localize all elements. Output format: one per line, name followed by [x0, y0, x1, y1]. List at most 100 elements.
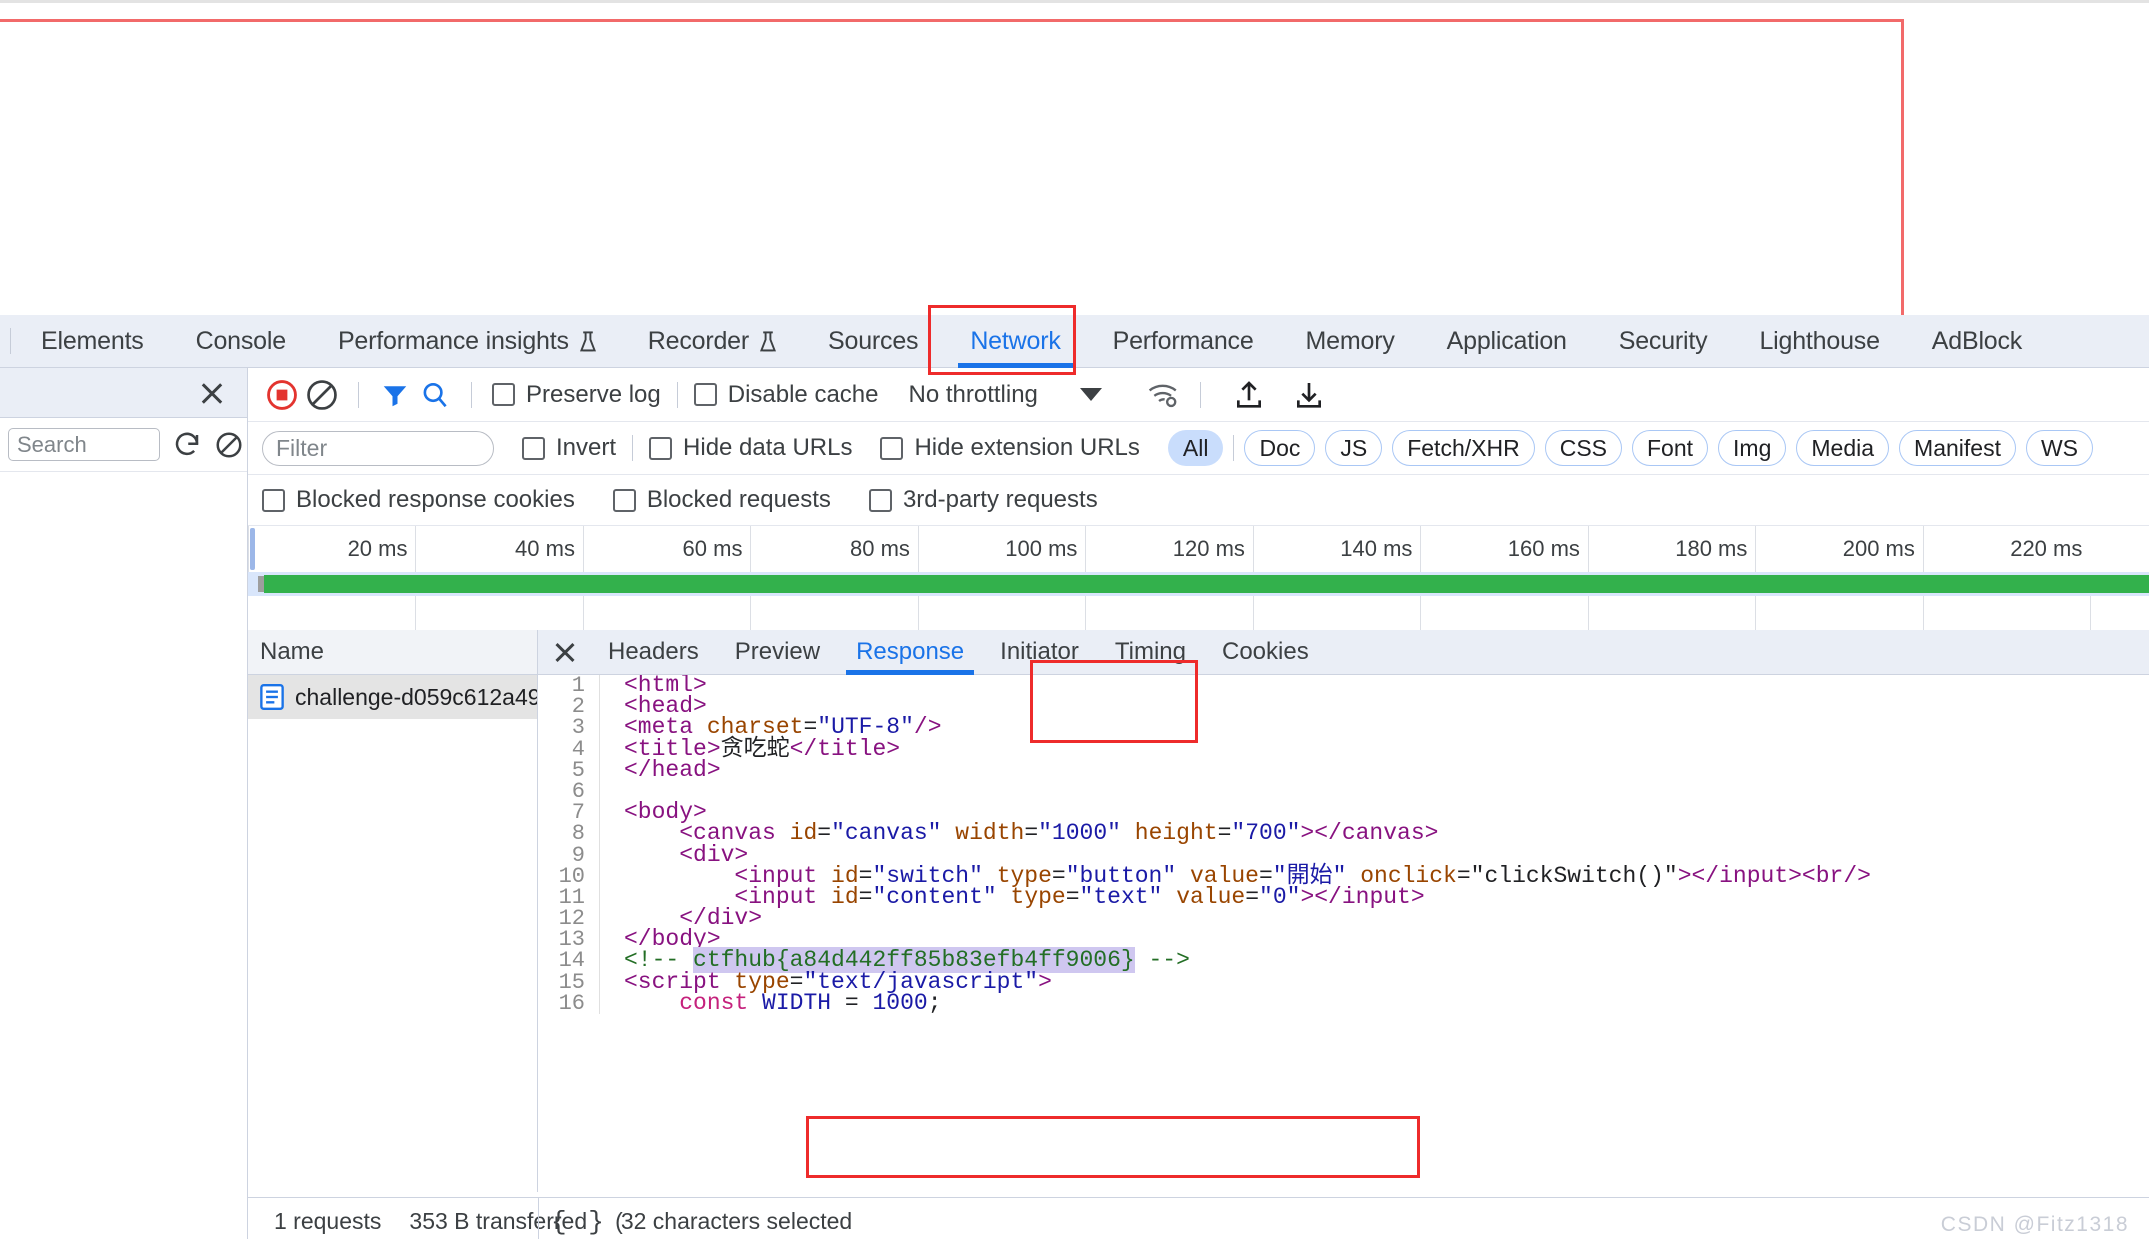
timeline-gridline [1587, 596, 1589, 630]
code-line-text[interactable]: const WIDTH = 1000; [600, 989, 941, 1016]
refresh-icon[interactable] [172, 427, 202, 463]
toolbar-divider-3 [676, 381, 678, 408]
throttling-select[interactable]: No throttling [908, 381, 1037, 409]
detail-tab-response[interactable]: Response [838, 630, 982, 675]
tab-label: Sources [828, 326, 919, 355]
tab-adblock[interactable]: AdBlock [1906, 315, 2048, 368]
watermark: CSDN @Fitz1318 [1940, 1213, 2129, 1236]
filter-chip-ws[interactable]: WS [2025, 430, 2094, 466]
timeline-gridline [1085, 596, 1087, 630]
invert-checkbox[interactable]: Invert [522, 434, 616, 462]
code-line: 8 <canvas id="canvas" width="1000" heigh… [538, 820, 2149, 847]
detail-tab-headers[interactable]: Headers [590, 630, 717, 675]
network-overview[interactable]: 20 ms 40 ms 60 ms 80 ms 100 ms 120 ms 140 ms 16… [248, 526, 2149, 630]
line-number: 7 [538, 802, 600, 824]
third-party-requests-label: 3rd-party requests [902, 486, 1098, 513]
filter-funnel-icon[interactable] [375, 375, 415, 415]
checkbox-box [868, 488, 892, 512]
disable-cache-checkbox[interactable]: Disable cache [693, 380, 879, 409]
hide-extension-urls-checkbox[interactable]: Hide extension URLs [880, 434, 1140, 462]
filter-chip-css[interactable]: CSS [1544, 430, 1622, 466]
code-token: "700" [1231, 820, 1301, 847]
timeline-tick: 80 ms [750, 526, 917, 572]
detail-tab-cookies[interactable]: Cookies [1204, 630, 1327, 675]
tab-recorder[interactable]: Recorder [622, 315, 802, 368]
tab-sources[interactable]: Sources [802, 315, 944, 368]
record-stop-icon[interactable] [262, 375, 302, 415]
filter-chip-font[interactable]: Font [1632, 430, 1709, 466]
column-header-name[interactable]: Name [248, 630, 537, 675]
timeline-tick: 40 ms [415, 526, 582, 572]
checkbox-box [522, 436, 545, 460]
blocked-requests-checkbox[interactable]: Blocked requests [612, 486, 831, 514]
tab-performance-insights[interactable]: Performance insights [312, 315, 622, 368]
response-code-viewer[interactable]: 1 <html> 2 <head> 3 <meta charset="UTF-8"/> 4 <… [538, 675, 2149, 1192]
blocked-response-cookies-checkbox[interactable]: Blocked response cookies [262, 486, 575, 514]
table-row[interactable]: challenge-d059c612a49c6344.... [248, 675, 537, 719]
tab-security[interactable]: Security [1593, 315, 1734, 368]
filter-chip-js[interactable]: JS [1325, 430, 1383, 466]
timeline-tick-label: 220 ms [2010, 536, 2083, 561]
invert-label: Invert [556, 434, 617, 461]
disable-cache-label: Disable cache [727, 380, 879, 408]
devtools-tabbar[interactable]: Elements Console Performance insights Recor… [0, 315, 2149, 368]
detail-tab-initiator[interactable]: Initiator [982, 630, 1097, 675]
code-line-text[interactable]: </head> [600, 758, 721, 781]
flask-icon [578, 330, 596, 352]
filter-input[interactable] [262, 430, 494, 466]
filter-chip-manifest[interactable]: Manifest [1899, 430, 2016, 466]
filter-chip-doc[interactable]: Doc [1244, 430, 1316, 466]
filter-chip-all[interactable]: All [1167, 430, 1224, 466]
third-party-requests-checkbox[interactable]: 3rd-party requests [868, 486, 1098, 514]
bottom-edge [0, 1239, 2149, 1245]
preserve-log-checkbox[interactable]: Preserve log [492, 381, 661, 409]
tab-lighthouse[interactable]: Lighthouse [1733, 315, 1905, 368]
filter-chip-img[interactable]: Img [1718, 430, 1787, 466]
filter-chip-media[interactable]: Media [1796, 430, 1890, 466]
clear-icon[interactable] [302, 375, 342, 415]
tab-memory[interactable]: Memory [1280, 315, 1421, 368]
timeline-gridline [750, 596, 752, 630]
line-number: 1 [538, 675, 600, 697]
code-token: = [858, 883, 873, 910]
timeline-tick-label: 140 ms [1340, 536, 1413, 561]
chevron-down-icon[interactable] [1079, 388, 1102, 401]
code-token: WIDTH [762, 989, 832, 1016]
code-line: 11 <input id="content" type="text" value… [538, 883, 2149, 910]
tab-performance[interactable]: Performance [1087, 315, 1280, 368]
tab-console[interactable]: Console [170, 315, 312, 368]
code-token: "content" [872, 883, 997, 910]
timeline-tick: 20 ms [248, 526, 415, 572]
search-input[interactable] [8, 428, 160, 461]
detail-tab-preview[interactable]: Preview [717, 630, 838, 675]
tab-elements[interactable]: Elements [15, 315, 170, 368]
wifi-settings-icon[interactable] [1144, 375, 1184, 415]
import-har-icon[interactable] [1229, 375, 1269, 415]
timeline-gridline [917, 596, 919, 630]
blocked-requests-label: Blocked requests [646, 486, 831, 513]
close-icon[interactable] [548, 635, 582, 669]
filter-chip-fetch-xhr[interactable]: Fetch/XHR [1392, 430, 1535, 466]
timeline-tick-label: 180 ms [1675, 536, 1748, 561]
export-har-icon[interactable] [1289, 375, 1329, 415]
close-icon[interactable] [195, 376, 229, 410]
hide-data-urls-checkbox[interactable]: Hide data URLs [649, 434, 852, 462]
timeline-gridline [582, 596, 584, 630]
code-token: ></input> [1300, 883, 1425, 910]
tab-application[interactable]: Application [1421, 315, 1593, 368]
chip-divider [1233, 435, 1235, 461]
code-token: value [1176, 883, 1246, 910]
code-token: </title> [789, 735, 901, 762]
pretty-print-icon[interactable]: { } [551, 1207, 607, 1237]
detail-tabbar[interactable]: Headers Preview Response Initiator Timing Coo… [538, 630, 2149, 675]
line-number: 4 [538, 738, 600, 760]
timeline-tick-label: 100 ms [1005, 536, 1078, 561]
code-line: 12 </div> [538, 907, 2149, 930]
search-icon[interactable] [415, 375, 455, 415]
detail-tab-timing[interactable]: Timing [1097, 630, 1204, 675]
toolbar-divider-4 [1199, 381, 1201, 408]
tab-network[interactable]: Network [944, 315, 1086, 368]
clear-icon[interactable] [214, 427, 244, 463]
